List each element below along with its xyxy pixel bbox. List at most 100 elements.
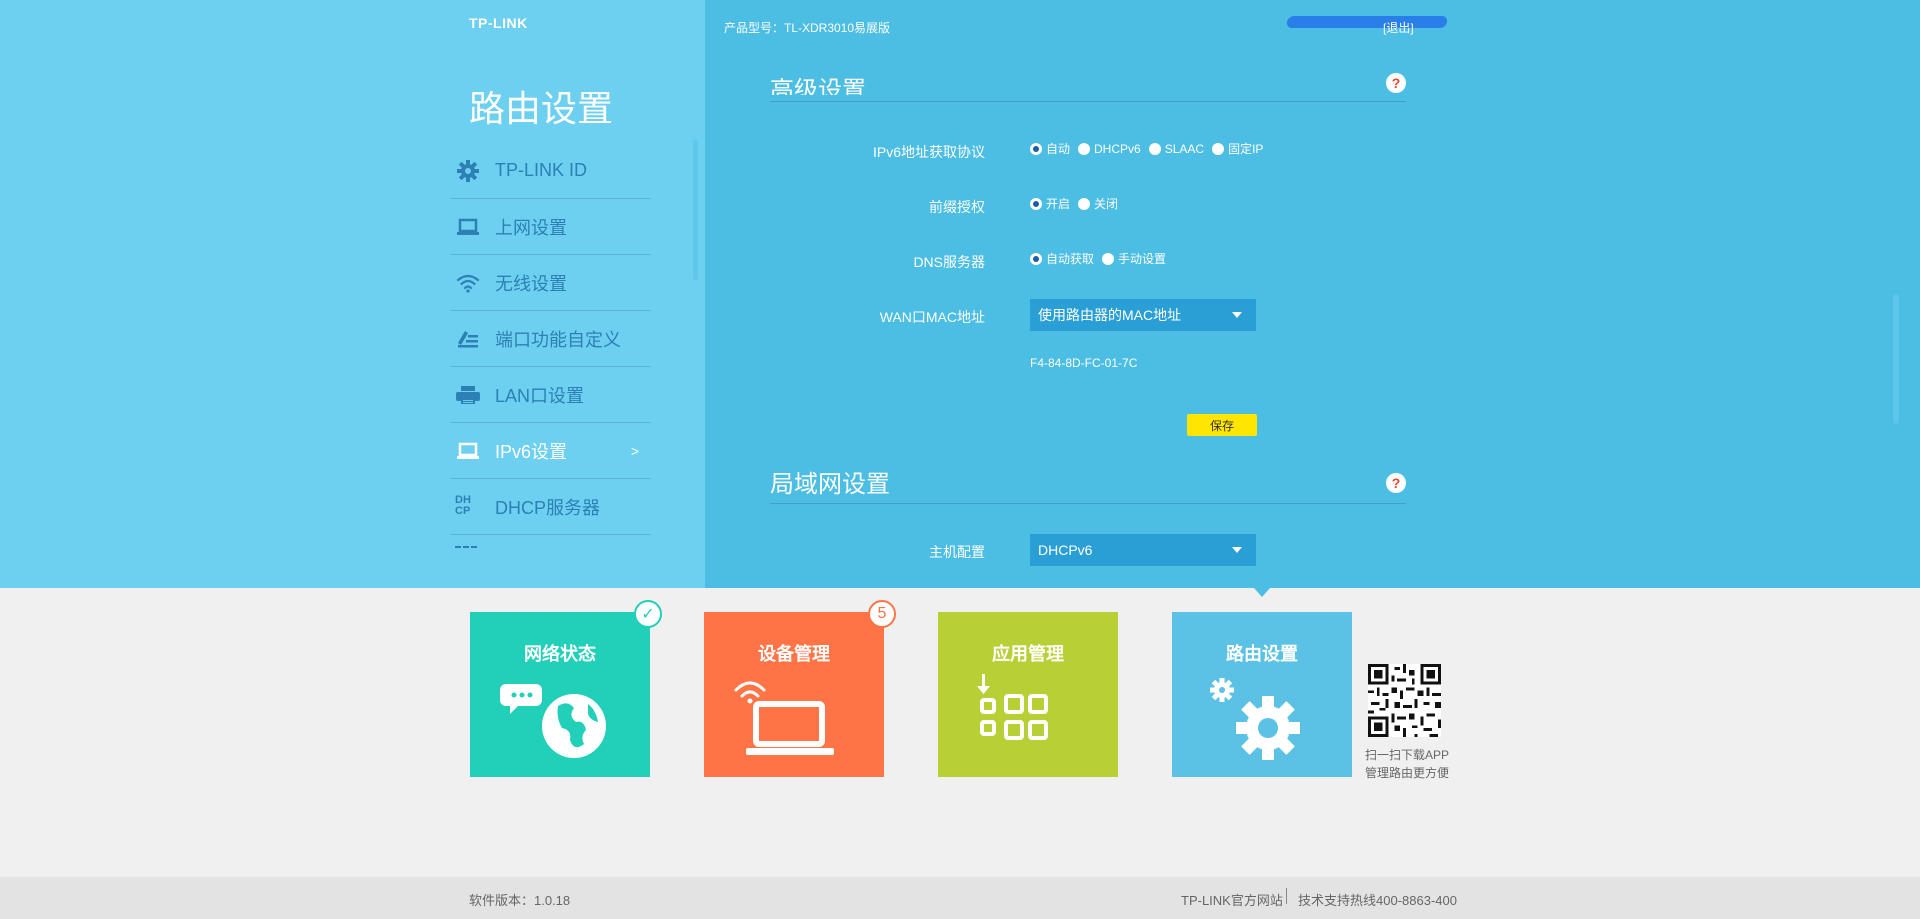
radio-label: 自动获取 [1046,252,1095,266]
section-title: 局域网设置 [770,471,890,498]
edit-list-icon [455,328,481,350]
laptop-icon [455,440,481,462]
sidebar-item-label: 上网设置 [495,217,567,238]
ipv6-protocol-radios: 自动 DHCPv6 SLAAC 固定IP [1030,140,1271,157]
ipv6-protocol-label: IPv6地址获取协议 [872,144,985,160]
radio-auto[interactable]: 自动 [1030,140,1070,157]
sidebar-item-label: TP-LINK ID [495,160,588,180]
mac-address-value: F4-84-8D-FC-01-7C [1030,356,1138,370]
footer: 软件版本：1.0.18 TP-LINK官方网站 技术支持热线400-8863-4… [0,877,1920,919]
main-scrollbar[interactable] [1893,294,1899,424]
dns-radios: 自动获取 手动设置 [1030,250,1174,267]
tile-device-management[interactable]: 设备管理 5 [704,600,896,777]
radio-dns-manual[interactable]: 手动设置 [1102,250,1166,267]
dns-row: DNS服务器 自动获取 手动设置 [770,250,1406,270]
radio-label: SLAAC [1164,141,1205,156]
top-panel: TP-LINK 路由设置 TP-LINK ID 上网设置 无线设置 端口功能自定… [0,0,1920,588]
sidebar-scrollbar[interactable] [693,140,698,280]
official-site-link[interactable]: TP-LINK官方网站 [1181,890,1283,909]
radio-dot[interactable] [1078,142,1091,155]
prefix-delegation-row: 前缀授权 开启 关闭 [770,195,1406,215]
tplink-logo[interactable]: TP-LINK [469,15,528,31]
tile-label: 路由设置 [1226,644,1298,664]
section-title: 高级设置 [770,77,866,95]
software-version: 软件版本：1.0.18 [469,893,571,908]
radio-disable[interactable]: 关闭 [1078,195,1118,212]
radio-label: 开启 [1046,197,1071,211]
chevron-right-icon: > [630,442,639,459]
select-value: 使用路由器的MAC地址 [1038,307,1182,323]
footer-divider [1286,888,1287,904]
qr-caption-line1: 扫一扫下载APP [1365,748,1450,762]
wan-mac-label: WAN口MAC地址 [879,309,985,325]
radio-dot[interactable] [1148,142,1161,155]
radio-dot[interactable] [1212,142,1225,155]
tile-network-status[interactable]: 网络状态 ✓ [470,600,662,777]
radio-label: 自动 [1046,142,1071,156]
radio-label: DHCPv6 [1094,141,1141,156]
sidebar-item-dhcp[interactable]: DH CP DHCP服务器 [451,479,651,535]
dhcp-icon: DH CP [455,494,471,517]
select-value: DHCPv6 [1038,542,1093,558]
sidebar-item-tplink-id[interactable]: TP-LINK ID [451,143,651,199]
sidebar-item-label: DHCP服务器 [495,497,601,518]
printer-icon [455,384,481,406]
qr-caption: 扫一扫下载APP 管理路由更方便 [1365,746,1449,782]
qr-caption-line2: 管理路由更方便 [1365,766,1450,780]
radio-dot[interactable] [1030,142,1042,155]
sidebar-item-label: 端口功能自定义 [495,329,621,350]
sidebar-item-label: 无线设置 [495,273,567,294]
sidebar-item-port-custom[interactable]: 端口功能自定义 [451,311,651,367]
globe-chat-icon [500,684,606,758]
help-icon[interactable]: ? [1386,73,1406,93]
device-count-badge: 5 [868,600,896,628]
help-icon[interactable]: ? [1386,473,1406,493]
sidebar-item-wireless[interactable]: 无线设置 [451,255,651,311]
left-panel: TP-LINK 路由设置 TP-LINK ID 上网设置 无线设置 端口功能自定… [0,0,705,588]
tile-router-settings[interactable]: 路由设置 [1172,612,1352,777]
sidebar: TP-LINK ID 上网设置 无线设置 端口功能自定义 LAN口设置 IPv6… [451,143,651,535]
sidebar-item-lan[interactable]: LAN口设置 [451,367,651,423]
save-button[interactable]: 保存 [1187,414,1257,436]
radio-dhcpv6[interactable]: DHCPv6 [1078,142,1141,156]
ipv6-protocol-row: IPv6地址获取协议 自动 DHCPv6 SLAAC 固定IP [770,140,1406,161]
sidebar-item-internet[interactable]: 上网设置 [451,199,651,255]
tile-label: 应用管理 [992,644,1064,664]
logout-link[interactable]: [退出] [1383,19,1414,36]
product-model: 产品型号：TL-XDR3010易展版 [724,21,891,35]
check-badge-icon: ✓ [634,600,662,628]
sidebar-item-label: LAN口设置 [495,385,585,406]
wifi-icon [455,272,481,294]
laptop-icon [455,216,481,238]
radio-enable[interactable]: 开启 [1030,195,1070,212]
radio-static-ip[interactable]: 固定IP [1212,140,1263,157]
radio-dot[interactable] [1030,252,1042,265]
page-title: 路由设置 [469,88,614,129]
sidebar-item-ipv6[interactable]: IPv6设置 > [451,423,651,479]
active-tile-pointer [1254,588,1270,597]
laptop-wifi-icon [734,681,834,755]
tile-label: 网络状态 [524,644,596,664]
caret-down-icon [1232,547,1242,553]
tile-app-management[interactable]: 应用管理 [938,612,1118,777]
caret-down-icon [1232,312,1242,318]
wan-mac-select[interactable]: 使用路由器的MAC地址 [1030,299,1256,331]
radio-dot[interactable] [1102,252,1115,265]
prefix-delegation-radios: 开启 关闭 [1030,195,1126,212]
sidebar-item-label: IPv6设置 [495,441,568,462]
radio-slaac[interactable]: SLAAC [1148,141,1205,156]
account-name [1285,12,1451,32]
main-content: 高级设置 ? IPv6地址获取协议 自动 DHCPv6 SLAAC 固定IP 前… [770,60,1406,566]
gear-icon [455,160,481,182]
radio-label: 关闭 [1094,197,1119,211]
radio-dot[interactable] [1078,197,1091,210]
radio-dot[interactable] [1030,197,1042,210]
radio-label: 固定IP [1228,142,1264,156]
prefix-delegation-label: 前缀授权 [929,199,985,215]
host-config-label: 主机配置 [929,544,985,560]
gears-icon [1210,678,1300,760]
redaction-mark [1285,16,1449,28]
host-config-select[interactable]: DHCPv6 [1030,534,1256,566]
radio-dns-auto[interactable]: 自动获取 [1030,250,1094,267]
support-hotline: 技术支持热线400-8863-400 [1298,893,1457,908]
